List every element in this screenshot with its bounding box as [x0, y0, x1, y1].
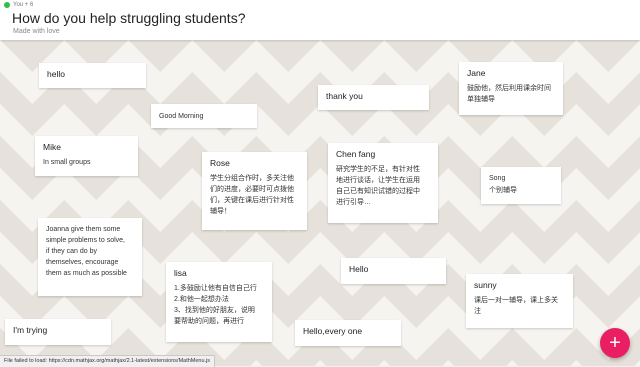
post-card[interactable]: I'm trying — [5, 319, 111, 345]
page-title: How do you help struggling students? — [12, 10, 246, 26]
post-title: Song — [489, 175, 506, 182]
plus-icon: + — [609, 332, 621, 354]
post-card[interactable]: lisa 1.多鼓励让他有自信自己行 2.和他一起想办法 3、找到他的好朋友，说… — [166, 262, 272, 342]
post-body: simple problems to solve, if they can do… — [46, 237, 127, 277]
post-title: Hello,every one — [303, 326, 363, 336]
post-card[interactable]: hello — [39, 63, 146, 88]
page-subtitle: Made with love — [13, 28, 60, 35]
post-card[interactable]: Good Morning — [151, 104, 257, 128]
post-title: Hello — [349, 264, 369, 274]
post-body: 研究学生的不足，有针对性 地进行谈话，让学生在运用 自己已有知识试错的过程中 进… — [336, 166, 420, 206]
post-card[interactable]: Hello — [341, 258, 446, 284]
post-title: thank you — [326, 91, 363, 101]
add-post-button[interactable]: + — [600, 328, 630, 358]
post-card[interactable]: Mike In small groups — [35, 136, 138, 176]
post-card[interactable]: sunny 课后一对一辅导，课上多关 注 — [466, 274, 573, 328]
post-title: Rose — [210, 158, 230, 168]
post-title: sunny — [474, 280, 497, 290]
post-title: Joanna give them some — [46, 226, 121, 233]
post-card[interactable]: Rose 学生分组合作时，多关注他 们的进度，必要时可点拨他 们，关键在课后进行… — [202, 152, 307, 230]
post-card[interactable]: Jane 鼓励他，然后利用课余时间 单独辅导 — [459, 62, 563, 115]
post-card[interactable]: Joanna give them some simple problems to… — [38, 218, 142, 296]
post-body: 学生分组合作时，多关注他 们的进度，必要时可点拨他 们，关键在课后进行针对性 辅… — [210, 175, 294, 215]
post-title: Chen fang — [336, 149, 376, 159]
author-label: You + 6 — [13, 2, 34, 8]
post-body: 课后一对一辅导，课上多关 注 — [474, 297, 558, 315]
post-card[interactable]: thank you — [318, 85, 429, 110]
post-title: Mike — [43, 142, 61, 152]
post-body: 鼓励他，然后利用课余时间 单独辅导 — [467, 85, 551, 103]
avatar-icon — [4, 2, 10, 8]
post-body: 1.多鼓励让他有自信自己行 2.和他一起想办法 3、找到他的好朋友，说明 要帮助… — [174, 285, 257, 325]
post-card[interactable]: Chen fang 研究学生的不足，有针对性 地进行谈话，让学生在运用 自己已有… — [328, 143, 438, 223]
post-title: hello — [47, 69, 65, 79]
post-body: In small groups — [43, 159, 91, 166]
post-title: lisa — [174, 268, 187, 278]
author-line: You + 6 — [4, 2, 33, 8]
post-body: 个别辅导 — [489, 187, 517, 194]
status-message: File failed to load: https://cdn.mathjax… — [0, 355, 216, 367]
post-card[interactable]: Song 个别辅导 — [481, 167, 561, 204]
post-card[interactable]: Hello,every one — [295, 320, 401, 346]
post-title: I'm trying — [13, 325, 48, 335]
padlet-header: You + 6 How do you help struggling stude… — [0, 0, 640, 40]
post-title: Good Morning — [159, 113, 204, 120]
post-title: Jane — [467, 68, 486, 78]
